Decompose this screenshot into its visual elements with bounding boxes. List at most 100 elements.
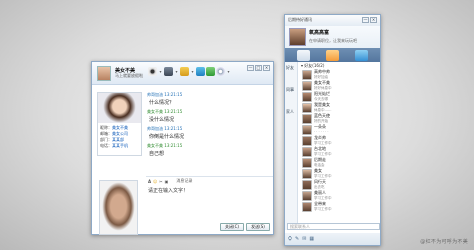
contact-avatar	[302, 69, 312, 80]
message: 帅哥加油 13:21:15 什么情况？	[147, 92, 271, 106]
contact-signature: 休息中……	[314, 107, 332, 112]
minimize-button[interactable]: —	[247, 65, 254, 71]
close-button[interactable]: 关闭(C)	[220, 223, 244, 231]
tab-recent[interactable]	[355, 49, 368, 61]
contact-item[interactable]: 全带来 学习工作中	[299, 201, 381, 212]
screenshot-icon[interactable]: ✂	[159, 179, 162, 184]
contact-list-window: 后期待好通讯 — × 氧高高富 在申请职位，让我来玩玩吧 好友 同事 家人 ▾ …	[284, 14, 381, 246]
message-icon[interactable]: ✉	[302, 236, 306, 242]
contact-avatar	[302, 124, 312, 135]
message-input[interactable]: 请正在输入文字！	[147, 186, 271, 216]
profile-avatar[interactable]	[289, 28, 306, 46]
group-sidebar: 好友 同事 家人	[285, 62, 298, 230]
send-button[interactable]: 发送(S)	[246, 223, 270, 231]
profile-signature[interactable]: 在申请职位，让我来玩玩吧	[309, 38, 357, 44]
contact-avatar	[302, 168, 312, 179]
close-window-button[interactable]: ×	[263, 65, 270, 71]
settings-icon[interactable]	[216, 67, 225, 76]
info-label: 电话：	[100, 143, 112, 148]
message-sender: 帅哥加油	[147, 126, 163, 131]
window-controls: — □ ×	[247, 65, 270, 71]
chat-toolbar: ▾ ▾ ▾ ▾	[148, 67, 231, 76]
contact-signature: 学习工作中	[314, 151, 332, 156]
tools-icon[interactable]: ✎	[295, 236, 299, 242]
chevron-down-icon[interactable]: ▾	[190, 69, 195, 74]
info-value[interactable]: 某某手机	[112, 143, 128, 148]
menu-icon[interactable]: ⛭	[288, 236, 292, 242]
contact-item[interactable]: 台北地 学习工作中	[299, 146, 381, 157]
contact-avatar	[302, 113, 312, 124]
message: 美女不美 13:21:15 没什么情况	[147, 109, 271, 123]
contact-item[interactable]: 蓝色天使 好的开始	[299, 113, 381, 124]
info-value[interactable]: 美女不美	[112, 125, 128, 130]
contact-item[interactable]: 后期走 电话会	[299, 157, 381, 168]
contact-avatar	[302, 146, 312, 157]
contact-signature: 学习工作中	[314, 206, 332, 211]
chevron-down-icon[interactable]: ▾	[174, 69, 179, 74]
contact-signature: 电话会	[314, 162, 325, 167]
tab-groups[interactable]	[326, 49, 339, 61]
close-window-button[interactable]: ×	[370, 17, 377, 23]
contact-text: 我是美女 休息中……	[314, 103, 332, 112]
contact-item[interactable]: 龙炎帅 学习工作中	[299, 135, 381, 146]
image-icon[interactable]: ▣	[165, 179, 169, 184]
remote-assist-icon[interactable]	[196, 67, 205, 76]
contact-avatar	[302, 179, 312, 190]
message-history-button[interactable]: 消息记录	[176, 178, 192, 184]
message-text: 什么情况？	[149, 100, 175, 106]
contact-text: 高帅中帅 好好加油	[314, 70, 330, 79]
message-sender: 美女不美	[147, 143, 163, 148]
contact-text: 台北地 学习工作中	[314, 147, 332, 156]
maximize-button[interactable]: □	[255, 65, 262, 71]
profile-panel: 氧高高富 在申请职位，让我来玩玩吧	[285, 26, 380, 48]
message-time: 13:21:15	[164, 126, 183, 131]
chat-contact-signature: 马上就要放假啦	[115, 73, 143, 78]
app-manager-icon[interactable]: ▦	[309, 236, 314, 242]
tab-contacts[interactable]	[297, 49, 310, 61]
message-text: 自己想	[149, 151, 165, 157]
font-icon[interactable]: A	[148, 179, 151, 184]
contact-signature: 学习工作中	[314, 140, 332, 145]
contact-item[interactable]: 一朵朵 · · · · · · ·	[299, 124, 381, 135]
minimize-button[interactable]: —	[362, 17, 369, 23]
contact-item[interactable]: 高帅中帅 好好加油	[299, 69, 381, 80]
contact-item[interactable]: 美丽人 学习工作中	[299, 190, 381, 201]
format-toolbar: A ☺ ✂ ▣ 消息记录	[146, 176, 273, 185]
contact-list: ▾ 好友(16/2) 高帅中帅 好好加油 美女不美 好好休息中 阳光灿烂 今天去哪 我是美女…	[299, 63, 381, 229]
info-value[interactable]: 美女公司	[112, 131, 128, 136]
contact-avatar[interactable]	[97, 66, 111, 81]
contact-info: 昵称：美女不美 邮箱：美女公司 部门：某某部 电话：某某手机	[98, 123, 141, 151]
app-icon[interactable]	[206, 67, 215, 76]
message-sender: 帅哥加油	[147, 92, 163, 97]
chevron-down-icon[interactable]: ▾	[226, 69, 231, 74]
message: 帅哥加油 13:21:15 你倒是什么情况	[147, 126, 271, 140]
contact-text: 美女 学习工作中	[314, 169, 332, 178]
contact-avatar	[302, 102, 312, 113]
contact-item[interactable]: 美女不美 好好休息中	[299, 80, 381, 91]
contact-signature: 出去吃	[314, 184, 325, 189]
info-value[interactable]: 某某部	[112, 137, 124, 142]
contact-avatar	[302, 91, 312, 102]
file-transfer-icon[interactable]	[180, 67, 189, 76]
contact-search-input[interactable]: 搜索联系人	[287, 223, 380, 230]
sidebar-item-family[interactable]: 家人	[285, 106, 297, 117]
emoji-icon[interactable]: ☺	[153, 179, 157, 184]
contact-tabs	[285, 48, 380, 62]
contact-avatar	[302, 135, 312, 146]
voice-call-icon[interactable]	[164, 67, 173, 76]
contact-item[interactable]: 风行天 出去吃	[299, 179, 381, 190]
contact-signature: 好好休息中	[314, 85, 332, 90]
video-call-icon[interactable]	[148, 67, 157, 76]
sidebar-item-colleagues[interactable]: 同事	[285, 84, 297, 95]
info-label: 昵称：	[100, 125, 112, 130]
contact-signature: 学习工作中	[314, 195, 332, 200]
contact-signature: · · · · · · ·	[314, 129, 329, 134]
chat-window: 美女不美 马上就要放假啦 ▾ ▾ ▾ ▾ — □ × 昵称：美女不美 邮箱：美女…	[91, 61, 274, 235]
contact-text: 全带来 学习工作中	[314, 202, 332, 211]
chevron-down-icon[interactable]: ▾	[158, 69, 163, 74]
contact-photo	[98, 93, 141, 123]
sidebar-item-friends[interactable]: 好友	[285, 62, 297, 73]
contact-item[interactable]: 美女 学习工作中	[299, 168, 381, 179]
contact-item[interactable]: 我是美女 休息中……	[299, 102, 381, 113]
contact-item[interactable]: 阳光灿烂 今天去哪	[299, 91, 381, 102]
